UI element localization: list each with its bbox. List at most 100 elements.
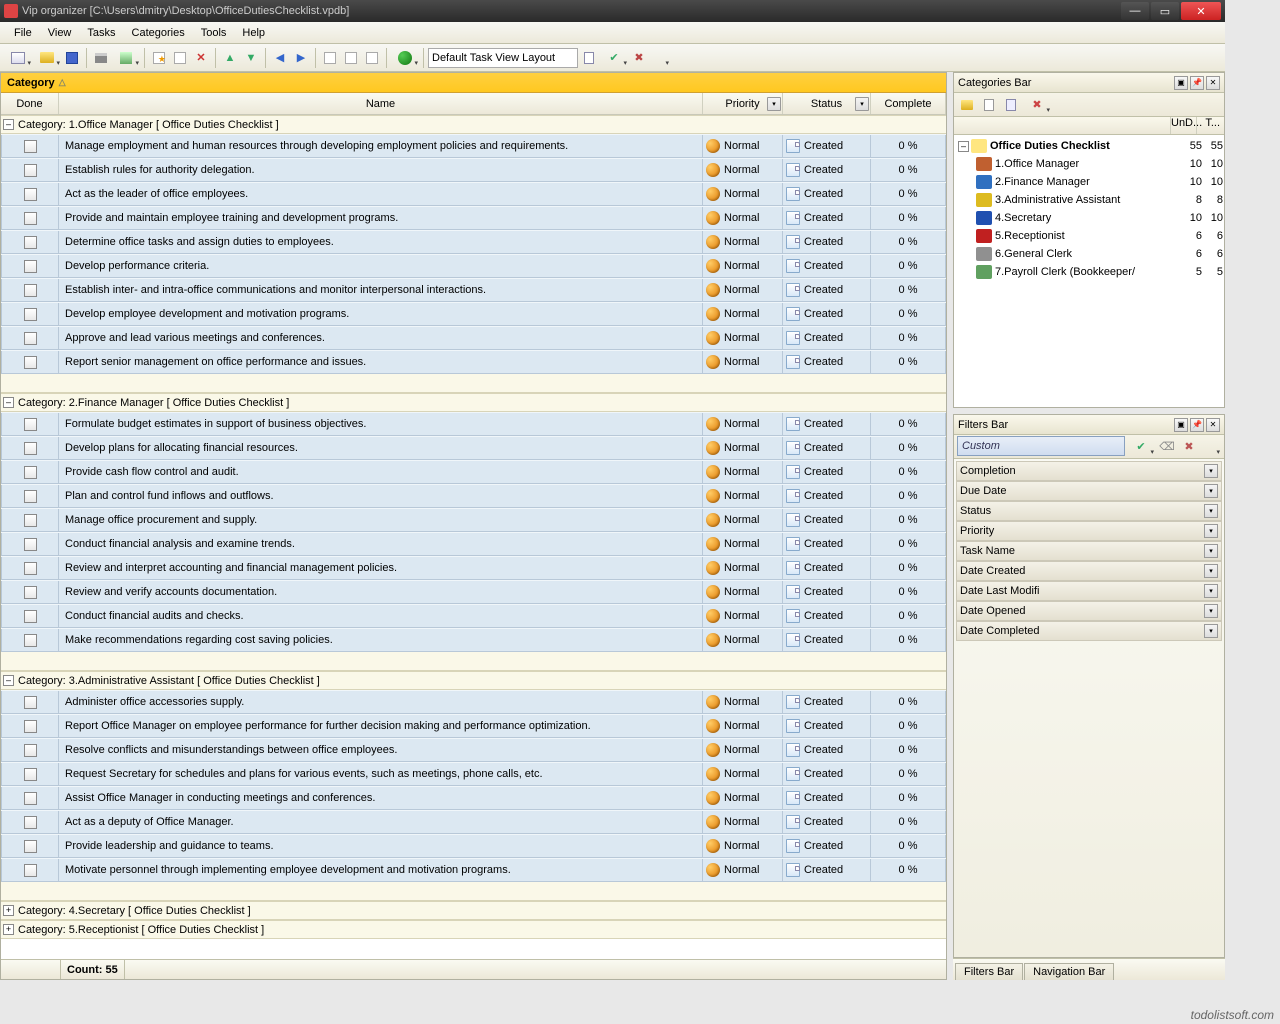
filter-dropdown[interactable]: ▾ bbox=[1204, 604, 1218, 618]
task-row[interactable]: Resolve conflicts and misunderstandings … bbox=[1, 738, 946, 762]
layout-apply-button[interactable]: ✔▾ bbox=[600, 48, 628, 68]
group-row[interactable]: +Category: 5.Receptionist [ Office Dutie… bbox=[1, 920, 946, 939]
task-row[interactable]: Provide leadership and guidance to teams… bbox=[1, 834, 946, 858]
task-row[interactable]: Make recommendations regarding cost savi… bbox=[1, 628, 946, 652]
done-checkbox[interactable] bbox=[24, 332, 37, 345]
filter-row[interactable]: Status▾ bbox=[956, 501, 1222, 521]
task-row[interactable]: Request Secretary for schedules and plan… bbox=[1, 762, 946, 786]
status-filter-dropdown[interactable]: ▾ bbox=[855, 97, 869, 111]
task-row[interactable]: Conduct financial audits and checks.Norm… bbox=[1, 604, 946, 628]
task-row[interactable]: Conduct financial analysis and examine t… bbox=[1, 532, 946, 556]
filter-row[interactable]: Date Created▾ bbox=[956, 561, 1222, 581]
task-row[interactable]: Establish inter- and intra-office commun… bbox=[1, 278, 946, 302]
panel-close-button[interactable]: ✕ bbox=[1206, 418, 1220, 432]
tree-node[interactable]: 7.Payroll Clerk (Bookkeeper/55 bbox=[954, 263, 1224, 281]
done-checkbox[interactable] bbox=[24, 140, 37, 153]
new-db-button[interactable]: ▾ bbox=[4, 48, 32, 68]
open-button[interactable]: ▾ bbox=[33, 48, 61, 68]
done-checkbox[interactable] bbox=[24, 418, 37, 431]
print-button[interactable] bbox=[91, 48, 111, 68]
task-row[interactable]: Formulate budget estimates in support of… bbox=[1, 412, 946, 436]
done-checkbox[interactable] bbox=[24, 792, 37, 805]
task-row[interactable]: Report Office Manager on employee perfor… bbox=[1, 714, 946, 738]
filter-clear-button[interactable]: ⌫ bbox=[1157, 437, 1177, 457]
task-row[interactable]: Manage office procurement and supply.Nor… bbox=[1, 508, 946, 532]
done-checkbox[interactable] bbox=[24, 840, 37, 853]
menu-tasks[interactable]: Tasks bbox=[79, 25, 123, 41]
filter-row[interactable]: Date Opened▾ bbox=[956, 601, 1222, 621]
col-complete[interactable]: Complete bbox=[871, 93, 946, 114]
done-checkbox[interactable] bbox=[24, 634, 37, 647]
save-button[interactable] bbox=[62, 48, 82, 68]
done-checkbox[interactable] bbox=[24, 610, 37, 623]
tb-icon-1[interactable] bbox=[320, 48, 340, 68]
filter-dropdown[interactable]: ▾ bbox=[1204, 624, 1218, 638]
col-done[interactable]: Done bbox=[1, 93, 59, 114]
indent-in-button[interactable]: ▶ bbox=[291, 48, 311, 68]
done-checkbox[interactable] bbox=[24, 442, 37, 455]
filter-dropdown[interactable]: ▾ bbox=[1204, 484, 1218, 498]
task-row[interactable]: Report senior management on office perfo… bbox=[1, 350, 946, 374]
done-checkbox[interactable] bbox=[24, 514, 37, 527]
export-button[interactable]: ▾ bbox=[112, 48, 140, 68]
menu-categories[interactable]: Categories bbox=[124, 25, 193, 41]
task-row[interactable]: Plan and control fund inflows and outflo… bbox=[1, 484, 946, 508]
tb-icon-3[interactable] bbox=[362, 48, 382, 68]
filter-dropdown[interactable]: ▾ bbox=[1204, 584, 1218, 598]
done-checkbox[interactable] bbox=[24, 212, 37, 225]
task-row[interactable]: Develop plans for allocating financial r… bbox=[1, 436, 946, 460]
task-row[interactable]: Determine office tasks and assign duties… bbox=[1, 230, 946, 254]
done-checkbox[interactable] bbox=[24, 466, 37, 479]
task-row[interactable]: Provide and maintain employee training a… bbox=[1, 206, 946, 230]
minimize-button[interactable]: — bbox=[1121, 2, 1149, 20]
group-row[interactable]: –Category: 1.Office Manager [ Office Dut… bbox=[1, 115, 946, 134]
done-checkbox[interactable] bbox=[24, 864, 37, 877]
filter-row[interactable]: Date Completed▾ bbox=[956, 621, 1222, 641]
tree-node[interactable]: 1.Office Manager1010 bbox=[954, 155, 1224, 173]
filter-delete-button[interactable]: ✖ bbox=[1179, 437, 1199, 457]
collapse-icon[interactable]: – bbox=[3, 119, 14, 130]
group-row[interactable]: –Category: 3.Administrative Assistant [ … bbox=[1, 671, 946, 690]
done-checkbox[interactable] bbox=[24, 538, 37, 551]
done-checkbox[interactable] bbox=[24, 562, 37, 575]
filter-row[interactable]: Date Last Modifi▾ bbox=[956, 581, 1222, 601]
task-row[interactable]: Review and interpret accounting and fina… bbox=[1, 556, 946, 580]
done-checkbox[interactable] bbox=[24, 308, 37, 321]
tree-node[interactable]: 5.Receptionist66 bbox=[954, 227, 1224, 245]
col-status[interactable]: Status▾ bbox=[783, 93, 871, 114]
cat-props-button[interactable] bbox=[1001, 95, 1021, 115]
done-checkbox[interactable] bbox=[24, 744, 37, 757]
bottom-tab[interactable]: Filters Bar bbox=[955, 963, 1023, 980]
filter-row[interactable]: Completion▾ bbox=[956, 461, 1222, 481]
indent-out-button[interactable]: ◀ bbox=[270, 48, 290, 68]
tb-icon-2[interactable] bbox=[341, 48, 361, 68]
filter-apply-button[interactable]: ✔▾ bbox=[1127, 437, 1155, 457]
maximize-button[interactable]: ▭ bbox=[1151, 2, 1179, 20]
done-checkbox[interactable] bbox=[24, 768, 37, 781]
task-row[interactable]: Approve and lead various meetings and co… bbox=[1, 326, 946, 350]
task-row[interactable]: Develop performance criteria.NormalCreat… bbox=[1, 254, 946, 278]
panel-restore-button[interactable]: ▣ bbox=[1174, 76, 1188, 90]
task-row[interactable]: Motivate personnel through implementing … bbox=[1, 858, 946, 882]
group-row[interactable]: –Category: 2.Finance Manager [ Office Du… bbox=[1, 393, 946, 412]
task-row[interactable]: Act as the leader of office employees.No… bbox=[1, 182, 946, 206]
tree-node[interactable]: 6.General Clerk66 bbox=[954, 245, 1224, 263]
panel-pin-button[interactable]: 📌 bbox=[1190, 418, 1204, 432]
filter-row[interactable]: Task Name▾ bbox=[956, 541, 1222, 561]
tree-node[interactable]: –Office Duties Checklist5555 bbox=[954, 137, 1224, 155]
done-checkbox[interactable] bbox=[24, 586, 37, 599]
menu-tools[interactable]: Tools bbox=[193, 25, 235, 41]
layout-select[interactable]: Default Task View Layout bbox=[428, 48, 578, 68]
menu-help[interactable]: Help bbox=[234, 25, 273, 41]
filter-dropdown[interactable]: ▾ bbox=[1204, 544, 1218, 558]
col-priority[interactable]: Priority▾ bbox=[703, 93, 783, 114]
collapse-icon[interactable]: – bbox=[3, 675, 14, 686]
done-checkbox[interactable] bbox=[24, 816, 37, 829]
group-row[interactable]: +Category: 4.Secretary [ Office Duties C… bbox=[1, 901, 946, 920]
cat-edit-button[interactable] bbox=[979, 95, 999, 115]
move-down-button[interactable]: ▼ bbox=[241, 48, 261, 68]
done-checkbox[interactable] bbox=[24, 356, 37, 369]
task-row[interactable]: Administer office accessories supply.Nor… bbox=[1, 690, 946, 714]
done-checkbox[interactable] bbox=[24, 164, 37, 177]
done-checkbox[interactable] bbox=[24, 696, 37, 709]
